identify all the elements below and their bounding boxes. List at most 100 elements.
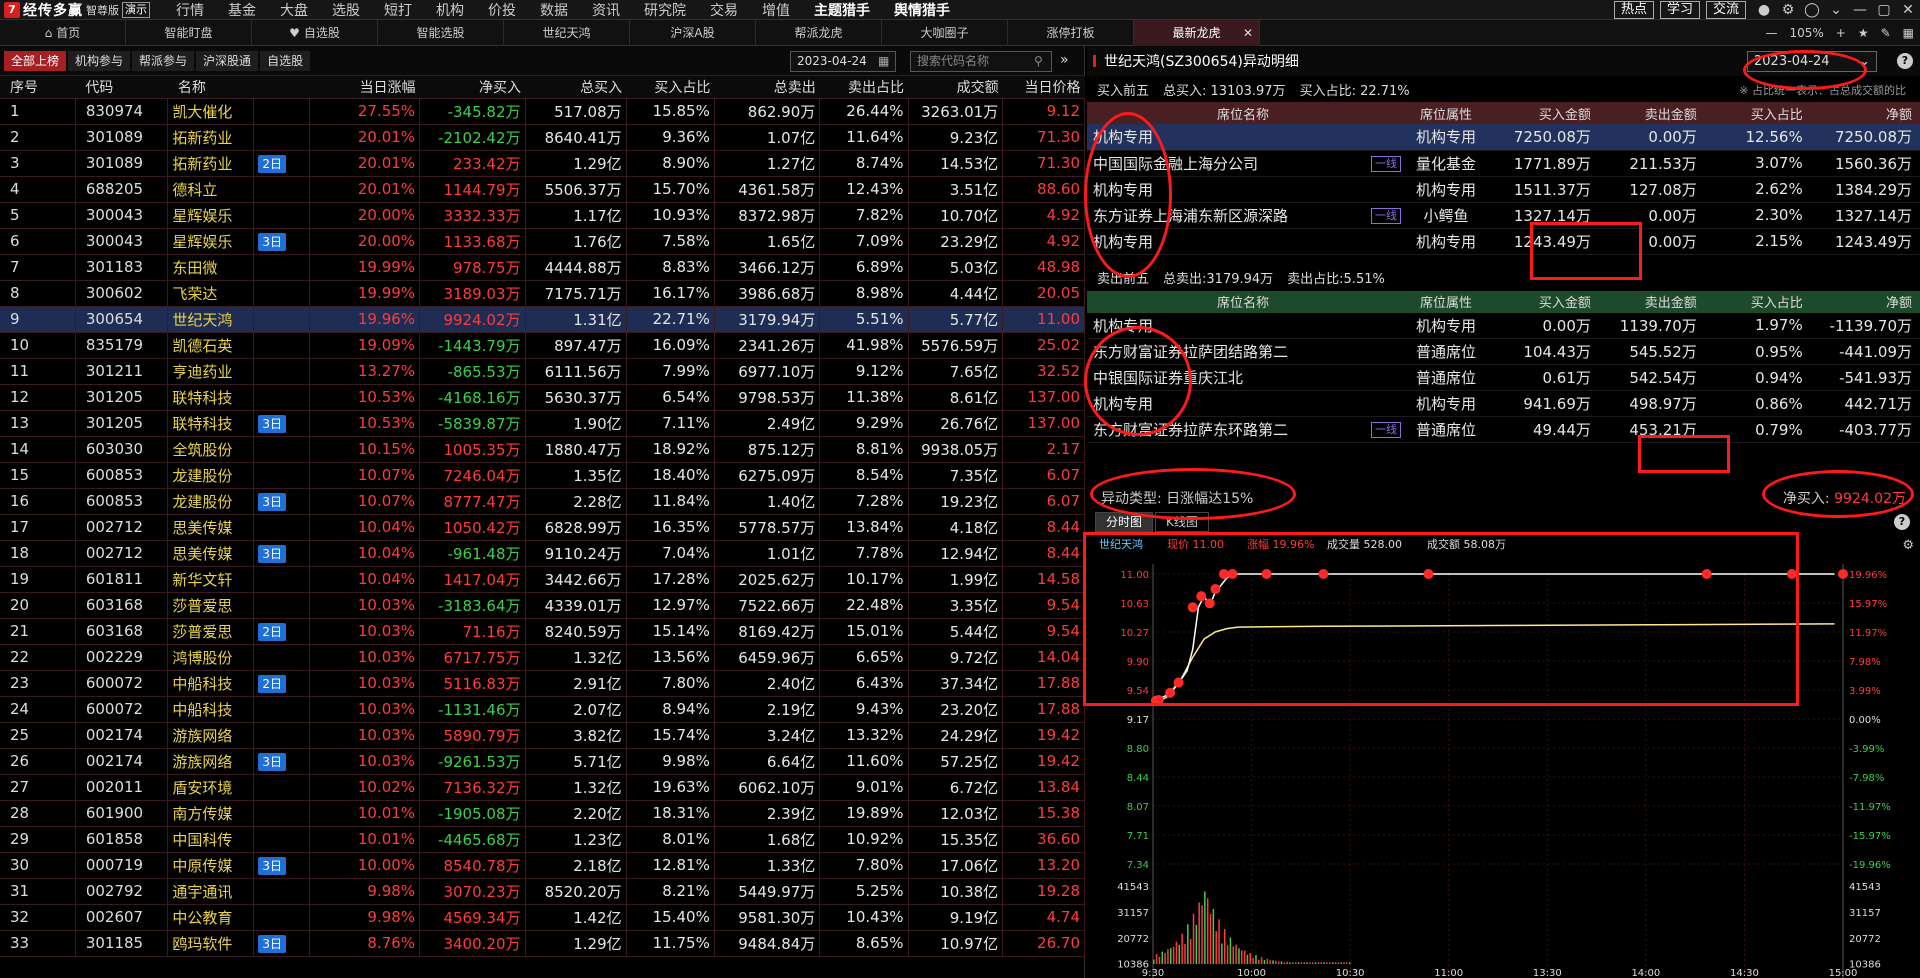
- menu-item-9[interactable]: 研究院: [632, 0, 698, 20]
- menu-item-10[interactable]: 交易: [698, 0, 750, 20]
- col-header-5[interactable]: 净买入: [419, 76, 525, 99]
- table-row[interactable]: 4 688205 德科立 20.01% 1144.79万 5506.37万 15.70% 43…: [0, 176, 1085, 203]
- table-row[interactable]: 3 301089 拓新药业 2日 20.01% 233.42万 1.29亿 8.90% 1.27…: [0, 150, 1085, 177]
- table-row[interactable]: 16 600853 龙建股份 3日 10.07% 8777.47万 2.28亿 11.84% 1…: [0, 488, 1085, 515]
- tab-6[interactable]: 帮派龙虎: [756, 20, 882, 46]
- tab-7[interactable]: 大咖圈子: [882, 20, 1008, 46]
- col-header-7[interactable]: 买入占比: [626, 76, 715, 99]
- table-row[interactable]: 32 002607 中公教育 9.98% 4569.34万 1.42亿 15.40% 9581…: [0, 904, 1085, 931]
- col-header-10[interactable]: 成交额: [908, 76, 1003, 99]
- sell-seat-row[interactable]: 机构专用 机构专用 0.00万 1139.70万 1.97% -1139.70万: [1087, 312, 1920, 339]
- menu-item-4[interactable]: 短打: [372, 0, 424, 20]
- table-row[interactable]: 18 002712 思美传媒 3日 10.04% -961.48万 9110.24万 7.04…: [0, 540, 1085, 567]
- table-row[interactable]: 12 301205 联特科技 10.53% -4168.16万 5630.37万 6.54%…: [0, 384, 1085, 411]
- table-row[interactable]: 20 603168 莎普爱思 10.03% -3183.64万 4339.01万 12.97…: [0, 592, 1085, 619]
- close-icon[interactable]: ✕: [1896, 2, 1920, 18]
- menu-item-6[interactable]: 价投: [476, 0, 528, 20]
- col-header-11[interactable]: 当日价格: [1002, 76, 1085, 99]
- table-row[interactable]: 22 002229 鸿博股份 10.03% 6717.75万 1.32亿 13.56% 645…: [0, 644, 1085, 671]
- table-row[interactable]: 31 002792 通宇通讯 9.98% 3070.23万 8520.20万 8.21% 54…: [0, 878, 1085, 905]
- table-row[interactable]: 6 300043 星辉娱乐 3日 20.00% 1133.68万 1.76亿 7.58% 1.6…: [0, 228, 1085, 255]
- table-row[interactable]: 23 600072 中船科技 2日 10.03% 5116.83万 2.91亿 7.80% 2.…: [0, 670, 1085, 697]
- tab-2[interactable]: ♥ 自选股: [252, 20, 378, 46]
- minus-icon[interactable]: —: [1765, 26, 1777, 40]
- col-header-0[interactable]: 序号: [0, 76, 76, 99]
- table-row[interactable]: 19 601811 新华文轩 10.04% 1417.04万 3442.66万 17.28%…: [0, 566, 1085, 593]
- table-row[interactable]: 33 301185 鸥玛软件 3日 8.76% 3400.20万 1.29亿 11.75% 94…: [0, 930, 1085, 957]
- table-row[interactable]: 11 301211 亨迪药业 13.27% -865.53万 6111.56万 7.99% 6…: [0, 358, 1085, 385]
- col-header-1[interactable]: 代码: [75, 76, 168, 99]
- chart-help-icon[interactable]: ?: [1894, 514, 1910, 530]
- tab-5[interactable]: 沪深A股: [630, 20, 756, 46]
- table-row[interactable]: 25 002174 游族网络 10.03% 5890.79万 3.82亿 15.74% 3.2…: [0, 722, 1085, 749]
- hot-button[interactable]: 热点: [1613, 1, 1654, 19]
- filter-4[interactable]: 自选股: [260, 50, 311, 71]
- col-header-6[interactable]: 总买入: [525, 76, 627, 99]
- table-row[interactable]: 1 830974 凯大催化 27.55% -345.82万 517.08万 15.85% 86…: [0, 98, 1085, 125]
- filter-2[interactable]: 帮派参与: [132, 50, 195, 71]
- filter-0[interactable]: 全部上榜: [4, 50, 67, 71]
- menu-item-3[interactable]: 选股: [320, 0, 372, 20]
- gear-icon[interactable]: ⚙: [1776, 2, 1800, 18]
- sell-seat-row[interactable]: 机构专用 机构专用 941.69万 498.97万 0.86% 442.71万: [1087, 390, 1920, 417]
- menu-item-2[interactable]: 大盘: [268, 0, 320, 20]
- tab-9[interactable]: 最新龙虎 ✕: [1134, 20, 1260, 46]
- table-row[interactable]: 24 600072 中船科技 10.03% -1131.46万 2.07亿 8.94% 2.1…: [0, 696, 1085, 723]
- plus-icon[interactable]: +: [1836, 26, 1846, 40]
- buy-seat-row[interactable]: 东方证券上海浦东新区源深路 一线 小鳄鱼 1327.14万 0.00万 2.30% 1327…: [1087, 202, 1920, 229]
- learn-button[interactable]: 学习: [1659, 1, 1700, 19]
- bell-icon[interactable]: ◯: [1800, 2, 1824, 18]
- tab-4[interactable]: 世纪天鸿: [504, 20, 630, 46]
- menu-item-5[interactable]: 机构: [424, 0, 476, 20]
- table-row[interactable]: 15 600853 龙建股份 10.07% 7246.04万 1.35亿 18.40% 627…: [0, 462, 1085, 489]
- col-header-2[interactable]: 名称: [167, 76, 254, 99]
- table-row[interactable]: 13 301205 联特科技 3日 10.53% -5839.87万 1.90亿 7.11% 2…: [0, 410, 1085, 437]
- table-row[interactable]: 30 000719 中原传媒 3日 10.00% 8540.78万 2.18亿 12.81% 1…: [0, 852, 1085, 879]
- calendar-icon[interactable]: ▦: [878, 51, 889, 72]
- menu-item-0[interactable]: 行情: [164, 0, 216, 20]
- user-icon[interactable]: ●: [1752, 2, 1776, 18]
- menu-item-13[interactable]: 舆情猎手: [882, 0, 962, 20]
- table-row[interactable]: 8 300602 飞荣达 19.99% 3189.03万 7175.71万 16.17% 39…: [0, 280, 1085, 307]
- buy-seat-row[interactable]: 机构专用 机构专用 1243.49万 0.00万 2.15% 1243.49万: [1087, 228, 1920, 255]
- sell-seat-row[interactable]: 东方财富证券拉萨东环路第二 一线 普通席位 49.44万 453.21万 0.79% -40…: [1087, 416, 1920, 443]
- col-header-3[interactable]: [253, 76, 310, 99]
- layout-icon[interactable]: ▦: [1903, 26, 1914, 40]
- exchange-button[interactable]: 交流: [1705, 1, 1746, 19]
- chevron-down-icon[interactable]: ⌄: [1824, 2, 1848, 18]
- menu-item-1[interactable]: 基金: [216, 0, 268, 20]
- table-row[interactable]: 29 601858 中国科传 10.01% -4465.68万 1.23亿 8.01% 1.6…: [0, 826, 1085, 853]
- star-icon[interactable]: ★: [1858, 26, 1869, 40]
- minimize-icon[interactable]: —: [1848, 2, 1872, 18]
- menu-item-12[interactable]: 主题猎手: [802, 0, 882, 20]
- help-icon[interactable]: ?: [1897, 53, 1913, 69]
- table-row[interactable]: 5 300043 星辉娱乐 20.00% 3332.33万 1.17亿 10.93% 8372…: [0, 202, 1085, 229]
- table-row[interactable]: 26 002174 游族网络 3日 10.03% -9261.53万 5.71亿 9.98% 6…: [0, 748, 1085, 775]
- search-input[interactable]: 搜索代码名称: [910, 51, 1052, 72]
- col-header-4[interactable]: 当日涨幅: [309, 76, 420, 99]
- sell-seat-row[interactable]: 东方财富证券拉萨团结路第二 普通席位 104.43万 545.52万 0.95% -441…: [1087, 338, 1920, 365]
- buy-seat-row[interactable]: 机构专用 机构专用 7250.08万 0.00万 12.56% 7250.08万: [1087, 124, 1920, 151]
- table-row[interactable]: 2 301089 拓新药业 20.01% -2102.42万 8640.41万 9.36% 1…: [0, 124, 1085, 151]
- expand-icon[interactable]: »: [1060, 50, 1069, 71]
- table-row[interactable]: 14 603030 全筑股份 10.15% 1005.35万 1880.47万 18.92%…: [0, 436, 1085, 463]
- search-icon[interactable]: ⚲: [1034, 51, 1043, 72]
- table-row[interactable]: 10 835179 凯德石英 19.09% -1443.79万 897.47万 16.09%…: [0, 332, 1085, 359]
- edit-icon[interactable]: ✎: [1881, 26, 1891, 40]
- tab-1[interactable]: 智能盯盘: [126, 20, 252, 46]
- tab-3[interactable]: 智能选股: [378, 20, 504, 46]
- sell-seat-row[interactable]: 中银国际证券重庆江北 普通席位 0.61万 542.54万 0.94% -541.93万: [1087, 364, 1920, 391]
- table-row[interactable]: 17 002712 思美传媒 10.04% 1050.42万 6828.99万 16.35%…: [0, 514, 1085, 541]
- menu-item-8[interactable]: 资讯: [580, 0, 632, 20]
- col-header-8[interactable]: 总卖出: [714, 76, 820, 99]
- signal-marker[interactable]: [1838, 569, 1848, 579]
- demo-badge[interactable]: 演示: [122, 1, 150, 18]
- col-header-9[interactable]: 卖出占比: [819, 76, 908, 99]
- filter-3[interactable]: 沪深股通: [196, 50, 259, 71]
- table-row[interactable]: 9 300654 世纪天鸿 19.96% 9924.02万 1.31亿 22.71% 3179…: [0, 306, 1085, 333]
- tab-0[interactable]: ⌂ 首页: [0, 20, 126, 46]
- table-row[interactable]: 28 601900 南方传媒 10.01% -1905.08万 2.20亿 18.31% 2.…: [0, 800, 1085, 827]
- tab-8[interactable]: 涨停打板: [1008, 20, 1134, 46]
- filter-1[interactable]: 机构参与: [68, 50, 131, 71]
- menu-item-7[interactable]: 数据: [528, 0, 580, 20]
